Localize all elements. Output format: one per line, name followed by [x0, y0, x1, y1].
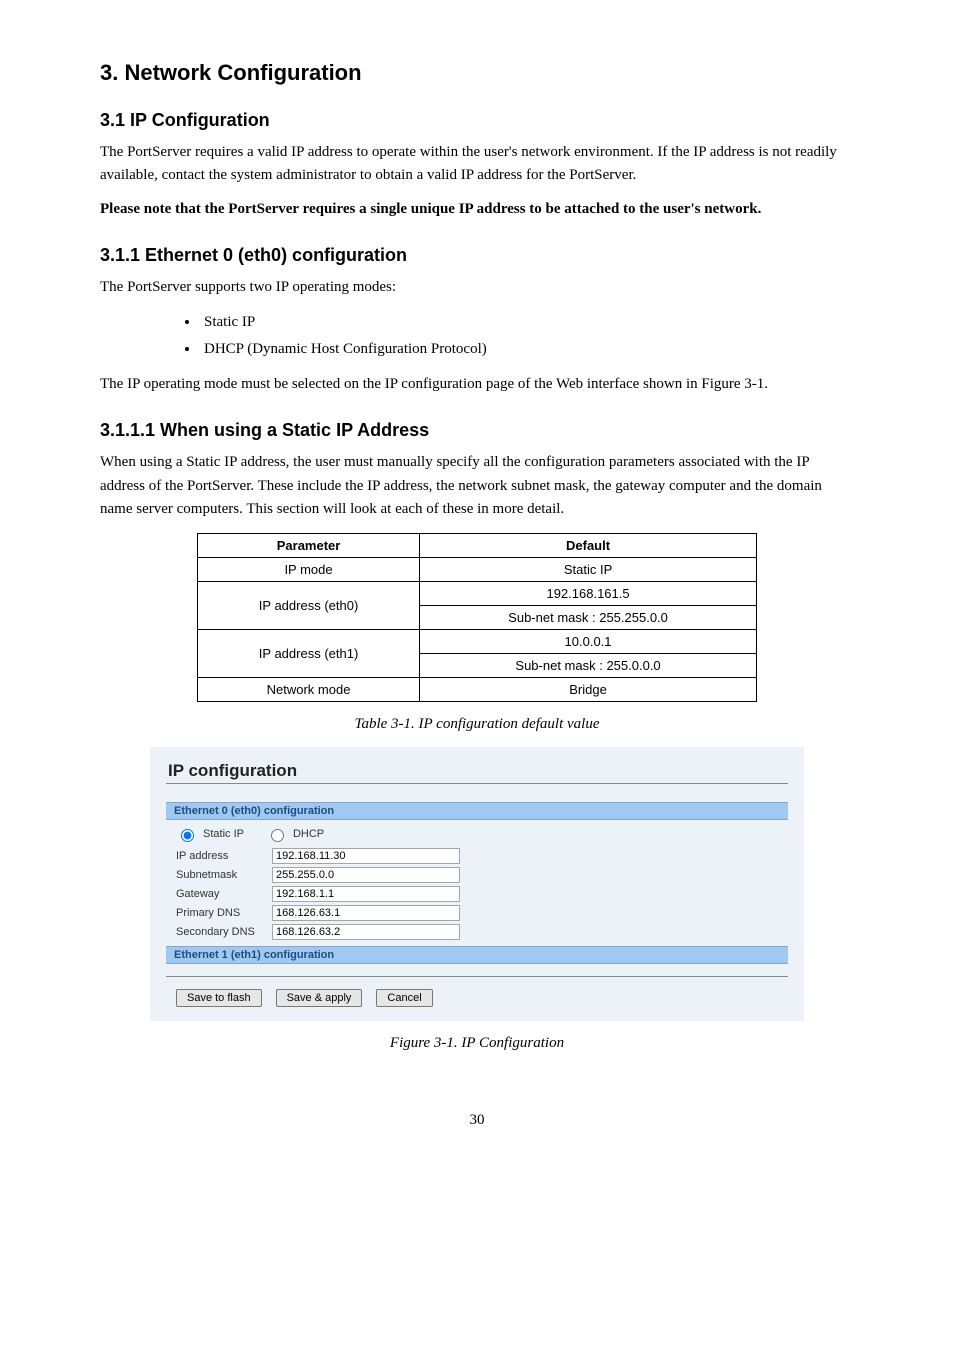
page-number: 30: [100, 1112, 854, 1129]
table-cell: 10.0.0.1: [420, 630, 757, 654]
eth0-band-header: Ethernet 0 (eth0) configuration: [166, 802, 788, 820]
input-gateway[interactable]: [272, 886, 460, 902]
modes-paragraph: The IP operating mode must be selected o…: [100, 373, 854, 396]
radio-dhcp-label: DHCP: [293, 828, 324, 840]
heading-network-config: 3. Network Configuration: [100, 60, 854, 86]
table-cell: 192.168.161.5: [420, 582, 757, 606]
table-caption: Table 3-1. IP configuration default valu…: [100, 716, 854, 733]
save-apply-button[interactable]: Save & apply: [276, 989, 363, 1007]
ip-config-screenshot: IP configuration Ethernet 0 (eth0) confi…: [150, 747, 804, 1021]
heading-static-ip: 3.1.1.1 When using a Static IP Address: [100, 420, 854, 441]
table-cell: Sub-net mask : 255.255.0.0: [420, 606, 757, 630]
table-hdr-parameter: Parameter: [198, 534, 420, 558]
table-cell: Network mode: [198, 678, 420, 702]
label-subnetmask: Subnetmask: [176, 869, 266, 881]
input-primary-dns[interactable]: [272, 905, 460, 921]
table-hdr-default: Default: [420, 534, 757, 558]
figure-caption: Figure 3-1. IP Configuration: [100, 1035, 854, 1052]
table-cell: Bridge: [420, 678, 757, 702]
heading-eth0-config: 3.1.1 Ethernet 0 (eth0) configuration: [100, 245, 854, 266]
bullet-dhcp: DHCP (Dynamic Host Configuration Protoco…: [200, 336, 854, 363]
ip-modes-list: Static IP DHCP (Dynamic Host Configurati…: [160, 309, 854, 363]
note-paragraph: Please note that the PortServer requires…: [100, 198, 854, 221]
table-cell: IP address (eth1): [198, 630, 420, 678]
radio-static-ip[interactable]: [181, 829, 194, 842]
divider: [166, 783, 788, 784]
divider: [166, 976, 788, 977]
label-secondary-dns: Secondary DNS: [176, 926, 266, 938]
table-cell: Static IP: [420, 558, 757, 582]
cancel-button[interactable]: Cancel: [376, 989, 432, 1007]
save-to-flash-button[interactable]: Save to flash: [176, 989, 262, 1007]
label-gateway: Gateway: [176, 888, 266, 900]
input-secondary-dns[interactable]: [272, 924, 460, 940]
eth1-band-header: Ethernet 1 (eth1) configuration: [166, 946, 788, 964]
input-subnetmask[interactable]: [272, 867, 460, 883]
modes-intro: The PortServer supports two IP operating…: [100, 276, 854, 299]
static-ip-paragraph: When using a Static IP address, the user…: [100, 451, 854, 521]
radio-static-ip-label: Static IP: [203, 828, 244, 840]
label-ip-address: IP address: [176, 850, 266, 862]
heading-ip-config: 3.1 IP Configuration: [100, 110, 854, 131]
radio-dhcp[interactable]: [271, 829, 284, 842]
table-cell: IP mode: [198, 558, 420, 582]
table-cell: Sub-net mask : 255.0.0.0: [420, 654, 757, 678]
panel-title: IP configuration: [168, 761, 788, 781]
ip-defaults-table: Parameter Default IP mode Static IP IP a…: [197, 533, 757, 702]
intro-paragraph: The PortServer requires a valid IP addre…: [100, 141, 854, 188]
bullet-static-ip: Static IP: [200, 309, 854, 336]
input-ip-address[interactable]: [272, 848, 460, 864]
table-cell: IP address (eth0): [198, 582, 420, 630]
label-primary-dns: Primary DNS: [176, 907, 266, 919]
